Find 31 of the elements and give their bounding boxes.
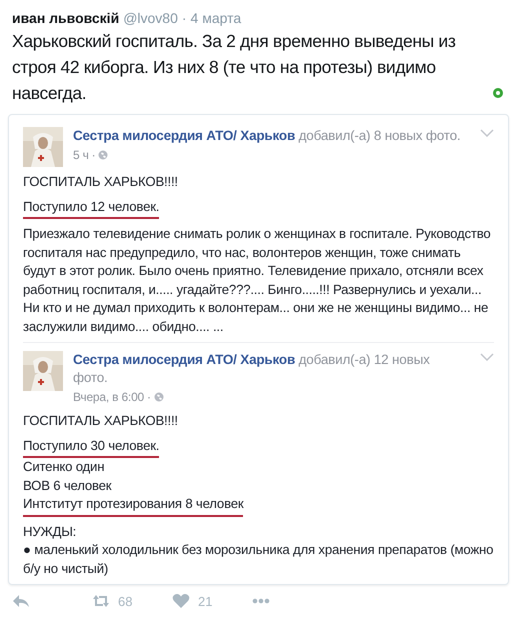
post-text: НУЖДЫ: — [23, 522, 76, 541]
globe-icon — [98, 150, 108, 160]
chevron-icon[interactable] — [480, 129, 494, 137]
post-text: Ситенко один — [23, 458, 104, 476]
post-text: ГОСПИТАЛЬ ХАРЬКОВ!!!! — [23, 412, 178, 430]
separator: · — [147, 389, 151, 406]
underlined-line: Интститут протезирования 8 человек — [23, 495, 244, 516]
post-text: ● маленький холодильник без морозильника для хранения препаратов (можно б/у но чистый) — [23, 541, 494, 578]
globe-icon — [154, 392, 164, 402]
post-header: Сестра милосердия АТО/ Харьков добавил(-а) 8 новых фото. — [73, 127, 460, 145]
tweet-text: Харьковский госпиталь. За 2 дня временно выведены из строя 42 киборга. Из них 8 (те что на протезы) видимо навсегда. — [12, 30, 456, 105]
post-time: 5 ч — [73, 147, 89, 164]
post-header: Сестра милосердия АТО/ Харьков добавил(-а) 12 новых фото. — [73, 351, 431, 387]
separator: · — [92, 147, 96, 164]
author-handle[interactable]: @lvov80 — [123, 10, 178, 26]
post-text: ГОСПИТАЛЬ ХАРЬКОВ!!!! — [23, 173, 178, 191]
retweet-count: 68 — [118, 594, 132, 608]
tweet-date[interactable]: 4 марта — [190, 10, 242, 26]
post-text: ВОВ 6 человек — [23, 476, 112, 494]
underlined-line: Поступило 30 человек. — [23, 436, 160, 458]
ring-icon — [493, 88, 503, 98]
post-time: Вчера, в 6:00 — [73, 389, 144, 406]
heart-icon[interactable] — [172, 593, 190, 609]
like-count: 21 — [198, 594, 212, 608]
retweet-icon[interactable] — [92, 593, 110, 609]
separator: · — [182, 10, 187, 26]
post-text: Приезжало телевидение снимать ролик о женщинах в госпитале. Руководство госпиталя нас предупредило, что нас, волонтеров женщин, тоже снимать будут в этот ролик. Было очень приятно. Телевидение прихало, отсняли всех работниц госпиталя, и..... угадайте???.... Бинго.....!!! Развернулись и уехали... Ни кто и не думал приходить к волонтерам... они же не женщины видимо... не заслужили видимо.... обидно.... ... — [23, 225, 492, 336]
reply-icon[interactable] — [12, 593, 30, 609]
author-name[interactable]: иван львовскій — [12, 10, 120, 26]
chevron-icon[interactable] — [480, 353, 494, 361]
underlined-line: Поступило 12 человек. — [23, 198, 160, 219]
